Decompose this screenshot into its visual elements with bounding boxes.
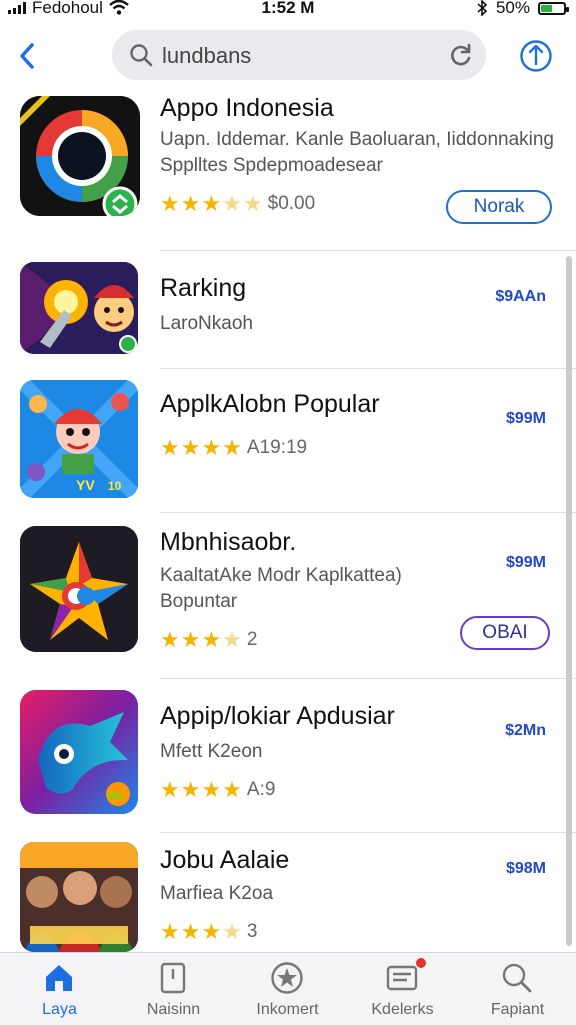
- list-item[interactable]: Appo Indonesia Uapn. Iddemar. Kanle Baol…: [0, 92, 576, 242]
- game-art-icon: [20, 262, 138, 354]
- rating-text: A:9: [246, 779, 276, 800]
- app-icon-cartoon[interactable]: YV 10: [20, 380, 138, 498]
- svg-text:YV: YV: [76, 477, 95, 493]
- notification-badge: [416, 958, 426, 968]
- divider: [160, 678, 576, 679]
- rating: ★★★★ 3: [160, 919, 486, 945]
- app-title: Appip/lokiar Apdusiar: [160, 702, 395, 730]
- subtitle-line: Bopuntar: [160, 591, 238, 612]
- subtitle-line: KaaltatAke Modr Kaplkattea): [160, 565, 402, 586]
- list-item[interactable]: Mbnhisaobr. KaaltatAke Modr Kaplkattea) …: [0, 514, 576, 674]
- reload-icon[interactable]: [448, 42, 474, 68]
- app-icon-game[interactable]: [20, 262, 138, 354]
- divider: [160, 250, 576, 251]
- app-icon-browser[interactable]: [20, 96, 140, 216]
- star-icon: [267, 961, 307, 995]
- row-text: Appip/lokiar Apdusiar Mfett K2eon ★★★★ A…: [160, 702, 486, 803]
- cartoon-art-icon: YV 10: [20, 380, 138, 498]
- price-label[interactable]: $98M: [506, 860, 546, 878]
- status-bar: Fedohoul 1:52 M 50%: [0, 0, 576, 22]
- search-input[interactable]: [160, 36, 434, 76]
- tab-updates[interactable]: Kdelerks: [345, 953, 460, 1025]
- app-icon-star[interactable]: [20, 526, 138, 652]
- tab-search[interactable]: Fapiant: [460, 953, 575, 1025]
- bookmark-icon: [153, 961, 193, 995]
- price-label[interactable]: $9AAn: [495, 288, 546, 306]
- app-icon-fish[interactable]: Ao: [20, 690, 138, 814]
- app-subtitle: KaaltatAke Modr Kaplkattea) Bopuntar: [160, 563, 476, 615]
- app-subtitle: Mfett K2eon: [160, 741, 263, 762]
- row-text: Jobu Aalaie Marfiea K2oa ★★★★ 3: [160, 846, 486, 945]
- rating-text: 2: [246, 629, 258, 650]
- row-text: Rarking LaroNkaoh: [160, 274, 466, 337]
- app-store-icon: [39, 961, 79, 995]
- svg-text:Ao: Ao: [108, 790, 123, 802]
- star-rating: ★★★★: [160, 435, 243, 460]
- rating: ★★★★ 2: [160, 627, 476, 653]
- price-label[interactable]: $99M: [506, 554, 546, 572]
- search-bar[interactable]: [112, 30, 486, 80]
- row-text: ApplkAlobn Popular ★★★★ A19:19: [160, 390, 476, 461]
- divider: [160, 832, 576, 833]
- search-header: [0, 24, 576, 90]
- list-item[interactable]: Rarking LaroNkaoh $9AAn: [0, 252, 576, 370]
- app-title: Jobu Aalaie: [160, 846, 290, 874]
- rating: ★★★★ A19:19: [160, 435, 476, 461]
- star-art-icon: [20, 526, 138, 652]
- battery-percent: 50%: [495, 0, 530, 17]
- people-art-icon: [20, 842, 138, 952]
- back-button[interactable]: [10, 34, 44, 78]
- battery-icon: [538, 1, 569, 15]
- divider: [160, 512, 576, 513]
- get-button[interactable]: OBAI: [460, 616, 550, 650]
- app-title: Mbnhisaobr.: [160, 528, 297, 556]
- price-label[interactable]: $2Mn: [505, 722, 546, 740]
- app-title: Rarking: [160, 274, 247, 302]
- chevron-left-icon: [20, 43, 34, 69]
- app-subtitle: Uapn. Iddemar. Kanle Baoluaran, Iiddonna…: [160, 127, 554, 179]
- app-subtitle: Marfiea K2oa: [160, 883, 274, 904]
- tab-today[interactable]: Laya: [2, 953, 117, 1025]
- search-icon: [130, 44, 153, 67]
- rating-text: 3: [246, 921, 258, 942]
- search-icon: [497, 961, 537, 995]
- fish-art-icon: Ao: [20, 690, 138, 814]
- app-subtitle: LaroNkaoh: [160, 313, 253, 334]
- share-icon: [520, 40, 552, 72]
- subtitle-line: Uapn. Iddemar. Kanle Baoluaran, Iiddonna…: [160, 129, 554, 150]
- divider: [160, 368, 576, 369]
- row-text: Mbnhisaobr. KaaltatAke Modr Kaplkattea) …: [160, 528, 476, 653]
- tab-label: Inkomert: [256, 1001, 319, 1018]
- browser-icon: [20, 96, 140, 216]
- rating-text: A19:19: [246, 437, 308, 458]
- star-rating: ★★★★★: [160, 191, 264, 216]
- subtitle-line: Spplltes Spdepmoadesear: [160, 155, 383, 176]
- app-title: Appo Indonesia: [160, 94, 334, 122]
- star-rating: ★★★★: [160, 919, 243, 944]
- star-rating: ★★★★: [160, 627, 243, 652]
- svg-text:10: 10: [108, 479, 122, 493]
- app-title: ApplkAlobn Popular: [160, 390, 380, 418]
- list-item[interactable]: Jobu Aalaie Marfiea K2oa ★★★★ 3 $98M: [0, 834, 576, 952]
- list-item[interactable]: Ao Appip/lokiar Apdusiar Mfett K2eon ★★★…: [0, 680, 576, 828]
- list-item[interactable]: YV 10 ApplkAlobn Popular ★★★★ A19:19 $99…: [0, 370, 576, 510]
- scrollbar[interactable]: [566, 256, 572, 946]
- status-right: 50%: [476, 0, 569, 18]
- tab-label: Laya: [42, 1001, 77, 1018]
- price-label[interactable]: $99M: [506, 410, 546, 428]
- inbox-icon: [382, 958, 426, 995]
- rating-text: $0.00: [267, 193, 316, 214]
- rating: ★★★★ A:9: [160, 777, 486, 803]
- tab-featured[interactable]: Inkomert: [230, 953, 345, 1025]
- app-icon-people[interactable]: [20, 842, 138, 952]
- share-button[interactable]: [516, 36, 556, 76]
- tab-label: Kdelerks: [371, 1001, 434, 1018]
- get-button[interactable]: Norak: [446, 190, 552, 224]
- tab-bar: Laya Naisinn Inkomert Kdelerks Fapiant: [0, 952, 576, 1025]
- star-rating: ★★★★: [160, 777, 243, 802]
- tab-bookmarks[interactable]: Naisinn: [116, 953, 231, 1025]
- tab-label: Naisinn: [146, 1001, 201, 1018]
- tab-label: Fapiant: [490, 1001, 545, 1018]
- bluetooth-icon: [477, 0, 488, 16]
